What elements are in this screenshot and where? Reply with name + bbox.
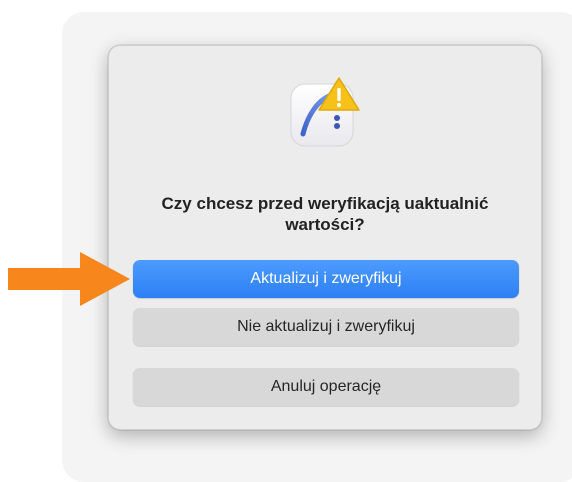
no-update-and-verify-button[interactable]: Nie aktualizuj i zweryfikuj: [133, 308, 519, 346]
pointer-arrow-icon: [8, 252, 130, 306]
cancel-operation-button[interactable]: Anuluj operację: [133, 368, 519, 406]
alert-dialog: Czy chcesz przed weryfikacją uaktualnić …: [108, 45, 542, 430]
dialog-title: Czy chcesz przed weryfikacją uaktualnić …: [161, 194, 489, 234]
update-and-verify-button[interactable]: Aktualizuj i zweryfikuj: [133, 260, 519, 298]
app-warning-icon: [289, 76, 363, 150]
